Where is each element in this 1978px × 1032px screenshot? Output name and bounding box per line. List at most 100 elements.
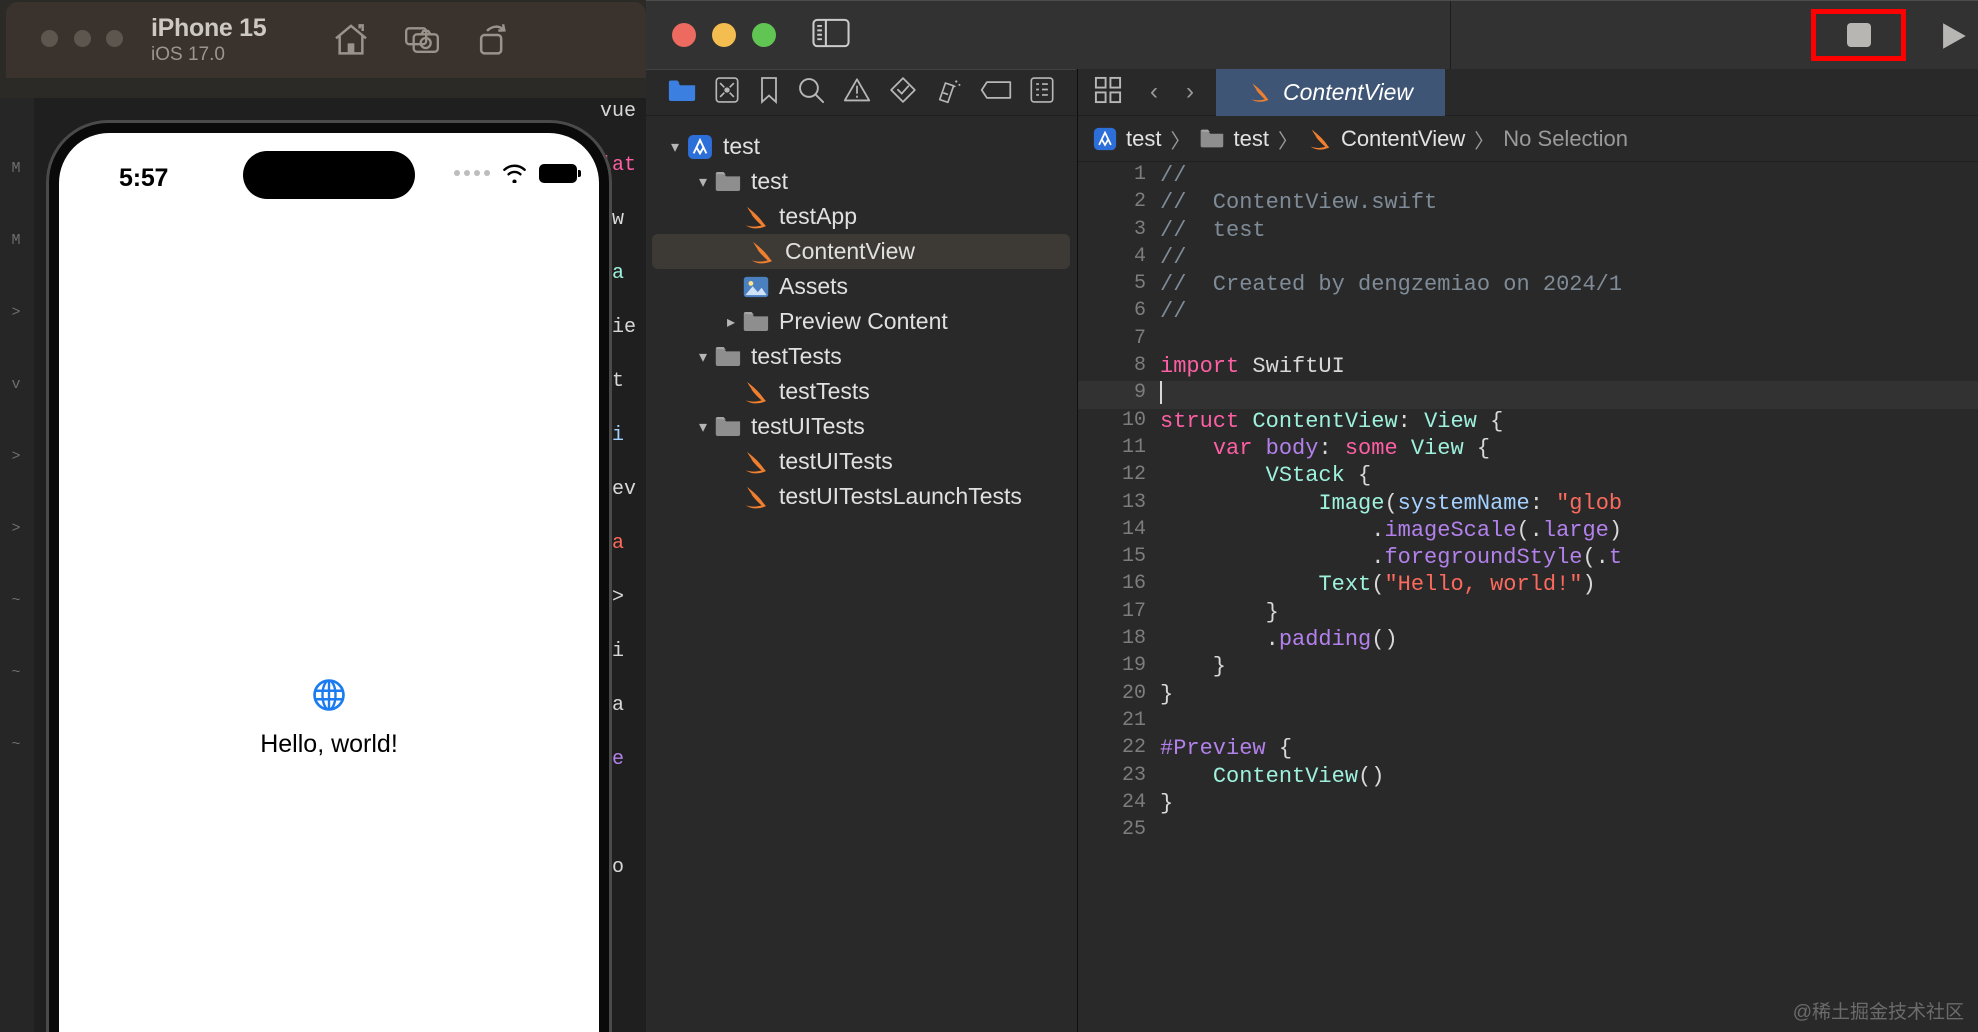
code-line[interactable]: 13 Image(systemName: "glob <box>1078 491 1978 518</box>
iphone-screen[interactable]: 5:57 Hello, world! <box>59 133 599 1032</box>
breadcrumb-segment[interactable]: test <box>1199 126 1269 152</box>
close-button[interactable] <box>672 23 696 47</box>
warning-icon[interactable] <box>843 77 871 108</box>
navigator-filter-bar <box>646 70 1076 116</box>
sidebar-toggle-icon[interactable] <box>812 18 850 53</box>
navigator-item-test[interactable]: ▾ test <box>646 129 1076 164</box>
code-line[interactable]: 20} <box>1078 682 1978 709</box>
line-number: 3 <box>1133 217 1146 241</box>
disclosure-triangle-icon[interactable]: ▾ <box>664 137 686 157</box>
code-editor[interactable]: 1 // 2 // ContentView.swift 3 // test 4 // 5 // C… <box>1078 163 1978 1032</box>
navigator-item-label: testApp <box>779 203 857 229</box>
code-line[interactable]: 25 <box>1078 818 1978 845</box>
stop-square-icon <box>1846 23 1871 47</box>
stop-button[interactable] <box>1811 9 1906 61</box>
line-number: 8 <box>1133 354 1146 378</box>
code-line[interactable]: 18 .padding() <box>1078 627 1978 654</box>
code-line[interactable]: 11 var body: some View { <box>1078 436 1978 463</box>
navigator-item-label: testUITests <box>779 448 893 474</box>
code-line[interactable]: 8 import SwiftUI <box>1078 354 1978 381</box>
code-text: #Preview { <box>1160 736 1293 762</box>
line-number: 21 <box>1121 708 1146 732</box>
breadcrumb-segment[interactable]: No Selection <box>1503 126 1628 152</box>
line-number: 6 <box>1133 299 1146 323</box>
breadcrumb[interactable]: test 〉 test 〉 ContentView 〉 No Selection <box>1078 117 1978 162</box>
search-icon[interactable] <box>797 76 825 109</box>
code-line[interactable]: 24} <box>1078 791 1978 818</box>
source-control-icon[interactable] <box>714 76 740 109</box>
navigator-item-label: ContentView <box>785 238 915 264</box>
code-line[interactable]: 7 <box>1078 327 1978 354</box>
code-line[interactable]: 14 .imageScale(.large) <box>1078 518 1978 545</box>
disclosure-triangle-icon[interactable]: ▾ <box>692 417 714 437</box>
back-button[interactable]: ‹ <box>1150 78 1158 106</box>
home-icon[interactable] <box>331 20 371 60</box>
navigator-item-preview-content[interactable]: ▸ Preview Content <box>646 304 1076 339</box>
navigator-item-testapp[interactable]: testApp <box>646 199 1076 234</box>
run-button[interactable] <box>1936 19 1970 58</box>
disclosure-triangle-icon[interactable]: ▾ <box>692 172 714 192</box>
code-line[interactable]: 2 // ContentView.swift <box>1078 190 1978 217</box>
code-line[interactable]: 1 // <box>1078 163 1978 190</box>
navigator-item-test[interactable]: ▾ test <box>646 164 1076 199</box>
battery-icon <box>539 163 581 183</box>
code-line[interactable]: 5 // Created by dengzemiao on 2024/1 <box>1078 272 1978 299</box>
screenshot-icon[interactable] <box>402 20 442 60</box>
disclosure-triangle-icon[interactable]: ▸ <box>720 312 742 332</box>
swift-icon <box>751 241 772 263</box>
code-line[interactable]: 10 struct ContentView: View { <box>1078 409 1978 436</box>
navigator-item-testtests[interactable]: ▾ testTests <box>646 339 1076 374</box>
code-text: // ContentView.swift <box>1160 190 1438 216</box>
code-line[interactable]: 3 // test <box>1078 218 1978 245</box>
navigator-item-testuitests[interactable]: testUITests <box>646 444 1076 479</box>
breadcrumb-segment[interactable]: test <box>1092 126 1161 152</box>
folder-icon[interactable] <box>667 77 697 108</box>
simulator-minimize-button[interactable] <box>74 30 91 47</box>
navigator-item-assets[interactable]: Assets <box>646 269 1076 304</box>
zoom-button[interactable] <box>752 23 776 47</box>
code-line[interactable]: 9 <box>1078 381 1978 409</box>
line-number: 1 <box>1133 163 1146 186</box>
code-line[interactable]: 12 VStack { <box>1078 463 1978 490</box>
code-line[interactable]: 15 .foregroundStyle(.t <box>1078 545 1978 572</box>
navigator-item-testuitests[interactable]: ▾ testUITests <box>646 409 1076 444</box>
record-icon[interactable] <box>472 20 512 60</box>
code-line[interactable]: 22 #Preview { <box>1078 736 1978 763</box>
status-bar-indicators <box>454 163 581 183</box>
breadcrumb-segment[interactable]: ContentView <box>1307 126 1465 152</box>
line-number: 25 <box>1121 818 1146 842</box>
project-navigator-tree[interactable]: ▾ test ▾ test testApp ContentView Assets ▸ Previ… <box>646 117 1076 1032</box>
breadcrumb-separator: 〉 <box>1474 130 1495 153</box>
swift-icon <box>742 483 770 511</box>
simulator-close-button[interactable] <box>41 30 58 47</box>
navigator-item-testuitestslaunchtests[interactable]: testUITestsLaunchTests <box>646 479 1076 514</box>
status-bar-time: 5:57 <box>119 164 169 192</box>
line-number: 14 <box>1121 517 1146 541</box>
disclosure-triangle-icon[interactable]: ▾ <box>692 347 714 367</box>
code-line[interactable]: 17 } <box>1078 600 1978 627</box>
navigator-item-contentview[interactable]: ContentView <box>652 234 1070 269</box>
breadcrumb-label: ContentView <box>1340 126 1466 151</box>
code-line[interactable]: 4 // <box>1078 245 1978 272</box>
editor-tab-contentview[interactable]: ContentView <box>1216 68 1445 116</box>
report-icon[interactable] <box>1029 76 1055 109</box>
related-items-icon[interactable] <box>1094 76 1122 109</box>
line-number: 9 <box>1133 381 1146 405</box>
swift-icon <box>1251 83 1269 102</box>
code-line[interactable]: 21 <box>1078 709 1978 736</box>
debug-icon[interactable] <box>934 76 962 109</box>
folder-icon <box>715 171 741 191</box>
code-line[interactable]: 16 Text("Hello, world!") <box>1078 572 1978 599</box>
forward-button[interactable]: › <box>1186 78 1194 106</box>
code-line[interactable]: 6 // <box>1078 299 1978 326</box>
minimize-button[interactable] <box>712 23 736 47</box>
navigator-item-testtests[interactable]: testTests <box>646 374 1076 409</box>
simulator-window: iPhone 15 iOS 17.0 5:57 Hello, world! <box>6 2 646 1032</box>
breakpoint-icon[interactable] <box>980 79 1012 106</box>
test-icon[interactable] <box>889 76 917 109</box>
simulator-zoom-button[interactable] <box>106 30 123 47</box>
swift-icon <box>748 238 776 266</box>
bookmark-icon[interactable] <box>758 76 780 109</box>
code-line[interactable]: 23 ContentView() <box>1078 764 1978 791</box>
code-line[interactable]: 19 } <box>1078 654 1978 681</box>
